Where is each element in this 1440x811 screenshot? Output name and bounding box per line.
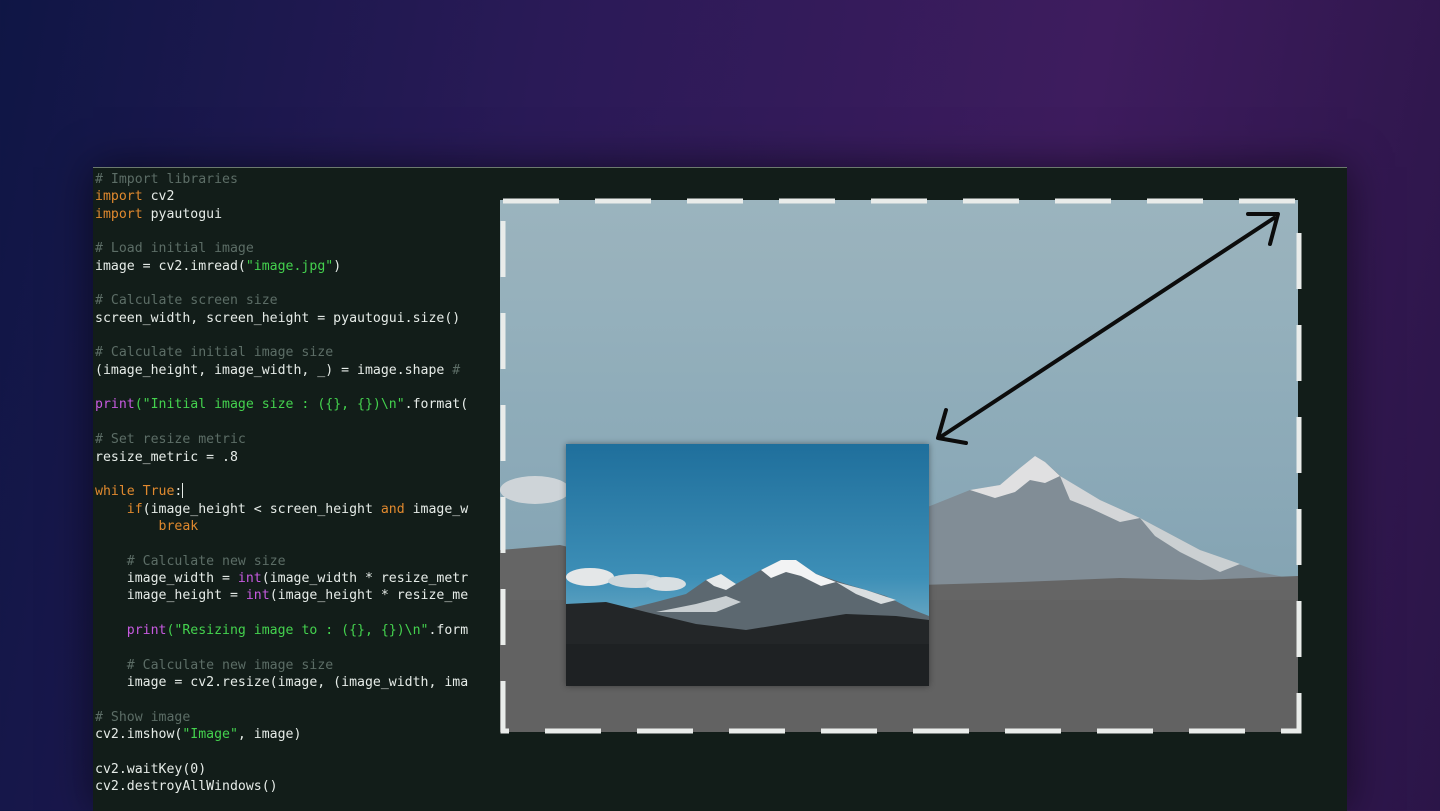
- double-headed-diagonal-arrow-icon: [936, 212, 1280, 445]
